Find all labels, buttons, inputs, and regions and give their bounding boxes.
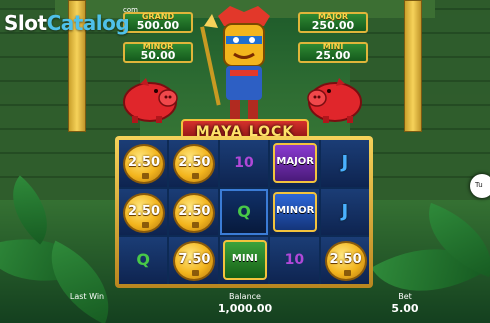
coin-symbol-icon: 2.50 — [173, 192, 216, 233]
jackpot-major: MAJOR 250.00 — [298, 12, 368, 33]
coin-symbol-icon: 7.50 — [173, 241, 216, 282]
status-bar: Last Win Balance 1,000.00 Bet 5.00 — [0, 286, 490, 323]
jackpot-grand: GRAND 500.00 — [123, 12, 193, 33]
reel-cell: Q — [119, 237, 168, 284]
lock-icon — [192, 270, 200, 277]
logo-com-text: com — [123, 6, 138, 14]
q-symbol-icon: Q — [136, 250, 150, 270]
last-win-label: Last Win — [69, 292, 105, 301]
reel-cell: 2.50 — [169, 188, 218, 236]
reel-cell: 10 — [270, 237, 319, 284]
minor-jackpot-symbol-icon: MINOR — [273, 191, 318, 232]
lock-icon — [343, 270, 351, 277]
coin-value: 2.50 — [178, 155, 211, 170]
coin-value: 2.50 — [127, 155, 161, 170]
maya-warrior-mascot-icon — [200, 6, 270, 120]
reel-grid: 2.50 2.50 10 MAJOR J 2.50 2.50 Q MINOR J… — [119, 140, 369, 284]
major-symbol-label: MAJOR — [276, 156, 314, 167]
reel-cell: 2.50 — [169, 140, 218, 187]
coin-symbol-icon: 2.50 — [324, 241, 367, 282]
reel-cell: 2.50 — [119, 140, 168, 187]
j-symbol-icon: J — [341, 200, 349, 222]
coin-symbol-icon: 2.50 — [123, 144, 165, 184]
reel-cell: 7.50 — [169, 237, 218, 284]
gold-pillar-right — [404, 0, 422, 132]
ten-symbol-icon: 10 — [284, 252, 305, 269]
reel-cell: MINOR — [270, 188, 319, 236]
jackpot-mini-value: 25.00 — [315, 49, 351, 62]
logo-slot-text: Slot — [4, 11, 47, 35]
reel-cell: J — [320, 188, 369, 236]
coin-symbol-icon: 2.50 — [173, 144, 216, 184]
lock-icon — [192, 221, 200, 228]
q-symbol-icon: Q — [237, 201, 251, 221]
j-symbol-icon: J — [341, 152, 349, 173]
turbo-label: Tu — [475, 181, 483, 189]
coin-value: 7.50 — [178, 252, 211, 268]
coin-symbol-icon: 2.50 — [123, 192, 165, 233]
reel-cell: J — [320, 140, 369, 187]
mini-jackpot-symbol-icon: MINI — [222, 240, 267, 281]
balance-value: 1,000.00 — [217, 302, 273, 315]
turbo-button[interactable]: Tu — [470, 174, 490, 198]
piggy-bank-right-icon — [307, 78, 362, 123]
coin-value: 2.50 — [127, 203, 161, 219]
mini-symbol-label: MINI — [231, 253, 258, 265]
bet-label: Bet — [398, 292, 412, 301]
minor-symbol-label: MINOR — [276, 204, 315, 216]
piggy-bank-left-icon — [123, 78, 178, 123]
lock-icon — [142, 221, 149, 228]
jackpot-minor: MINOR 50.00 — [123, 42, 193, 63]
ten-symbol-icon: 10 — [234, 155, 254, 171]
jackpot-minor-value: 50.00 — [140, 49, 176, 62]
coin-value: 2.50 — [329, 252, 362, 268]
reel-cell: MAJOR — [270, 140, 319, 187]
jackpot-mini: MINI 25.00 — [298, 42, 368, 63]
coin-value: 2.50 — [178, 203, 211, 219]
logo-catalog-text: Catalog — [46, 11, 130, 35]
slotcatalog-logo: SlotCatalog — [4, 11, 130, 35]
reel-cell: 2.50 — [119, 188, 168, 236]
bet-value[interactable]: 5.00 — [380, 302, 430, 315]
reel-cell: 10 — [219, 140, 269, 187]
reel-cell-highlighted: Q — [219, 188, 269, 236]
reel-cell: MINI — [219, 237, 269, 284]
game-scene: GRAND 500.00 MINOR 50.00 MAJOR 250.00 MI… — [0, 0, 490, 323]
reel-cell: 2.50 — [320, 237, 369, 284]
jackpot-grand-value: 500.00 — [136, 19, 180, 32]
balance-label: Balance — [229, 292, 261, 301]
major-jackpot-symbol-icon: MAJOR — [273, 143, 318, 183]
lock-icon — [192, 173, 200, 179]
jackpot-major-value: 250.00 — [311, 19, 355, 32]
lock-icon — [142, 173, 149, 179]
